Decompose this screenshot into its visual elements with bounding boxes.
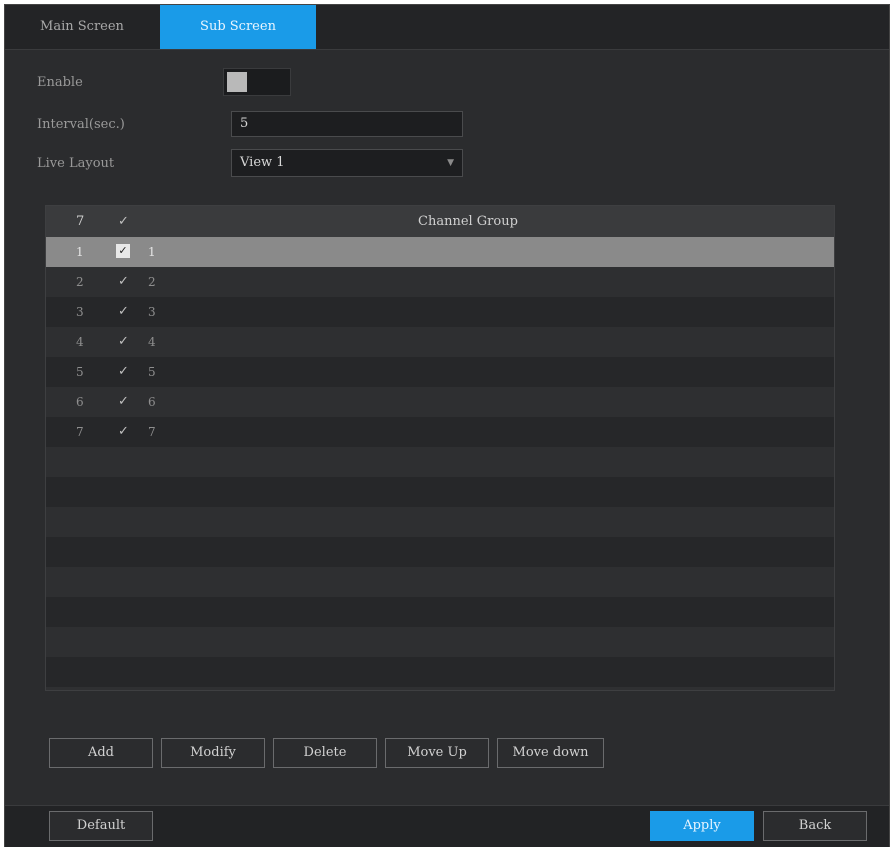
table-row-empty — [46, 657, 834, 687]
channel-group-table: 7 ✓ Channel Group 1 ✓ 1 2 ✓ 2 3 ✓ 3 4 ✓ 4 5 ✓ 5 6 ✓ 6 7 ✓ 7 — [45, 205, 835, 691]
move-down-button[interactable]: Move down — [497, 738, 604, 768]
table-row[interactable]: 5 ✓ 5 — [46, 357, 834, 387]
table-row-empty — [46, 507, 834, 537]
table-row[interactable]: 6 ✓ 6 — [46, 387, 834, 417]
row-channel-group: 4 — [148, 335, 156, 349]
tab-bar: Main Screen Sub Screen — [5, 5, 889, 50]
row-channel-group: 2 — [148, 275, 156, 289]
table-row-empty — [46, 477, 834, 507]
table-row[interactable]: 4 ✓ 4 — [46, 327, 834, 357]
row-channel-group: 1 — [148, 245, 156, 259]
back-button[interactable]: Back — [763, 811, 867, 841]
row-index: 2 — [76, 275, 84, 289]
table-row-empty — [46, 537, 834, 567]
enable-toggle[interactable] — [223, 68, 291, 96]
enable-label: Enable — [37, 75, 83, 90]
live-layout-select[interactable]: View 1 ▼ — [231, 149, 463, 177]
row-index: 1 — [76, 245, 84, 259]
interval-input[interactable]: 5 — [231, 111, 463, 137]
row-checkbox[interactable]: ✓ — [118, 417, 129, 447]
table-row-empty — [46, 627, 834, 657]
row-index: 5 — [76, 365, 84, 379]
interval-label: Interval(sec.) — [37, 117, 125, 132]
row-channel-group: 3 — [148, 305, 156, 319]
row-checkbox[interactable]: ✓ — [116, 244, 130, 258]
footer-bar: Default Apply Back — [5, 805, 889, 847]
row-channel-group: 5 — [148, 365, 156, 379]
apply-button[interactable]: Apply — [650, 811, 754, 841]
row-checkbox[interactable]: ✓ — [118, 327, 129, 357]
live-layout-label: Live Layout — [37, 156, 115, 171]
table-row-empty — [46, 597, 834, 627]
move-up-button[interactable]: Move Up — [385, 738, 489, 768]
table-row-empty — [46, 567, 834, 597]
table-row-empty — [46, 447, 834, 477]
header-select-all-checkbox[interactable]: ✓ — [118, 206, 129, 237]
header-count: 7 — [76, 214, 85, 229]
table-row[interactable]: 7 ✓ 7 — [46, 417, 834, 447]
row-index: 6 — [76, 395, 84, 409]
toggle-knob — [227, 72, 247, 92]
row-index: 3 — [76, 305, 84, 319]
row-channel-group: 6 — [148, 395, 156, 409]
default-button[interactable]: Default — [49, 811, 153, 841]
live-layout-value: View 1 — [240, 155, 285, 170]
header-channel-group: Channel Group — [418, 214, 518, 229]
table-row[interactable]: 3 ✓ 3 — [46, 297, 834, 327]
chevron-down-icon: ▼ — [447, 158, 454, 168]
row-checkbox[interactable]: ✓ — [118, 387, 129, 417]
settings-panel: Main Screen Sub Screen Enable Interval(s… — [4, 4, 890, 847]
row-checkbox[interactable]: ✓ — [118, 297, 129, 327]
tab-sub-screen[interactable]: Sub Screen — [160, 5, 316, 49]
table-row[interactable]: 1 ✓ 1 — [46, 237, 834, 267]
delete-button[interactable]: Delete — [273, 738, 377, 768]
table-header: 7 ✓ Channel Group — [46, 206, 834, 238]
table-row[interactable]: 2 ✓ 2 — [46, 267, 834, 297]
modify-button[interactable]: Modify — [161, 738, 265, 768]
tab-main-screen[interactable]: Main Screen — [17, 5, 147, 49]
row-index: 4 — [76, 335, 84, 349]
row-index: 7 — [76, 425, 84, 439]
row-checkbox[interactable]: ✓ — [118, 267, 129, 297]
row-channel-group: 7 — [148, 425, 156, 439]
row-checkbox[interactable]: ✓ — [118, 357, 129, 387]
add-button[interactable]: Add — [49, 738, 153, 768]
